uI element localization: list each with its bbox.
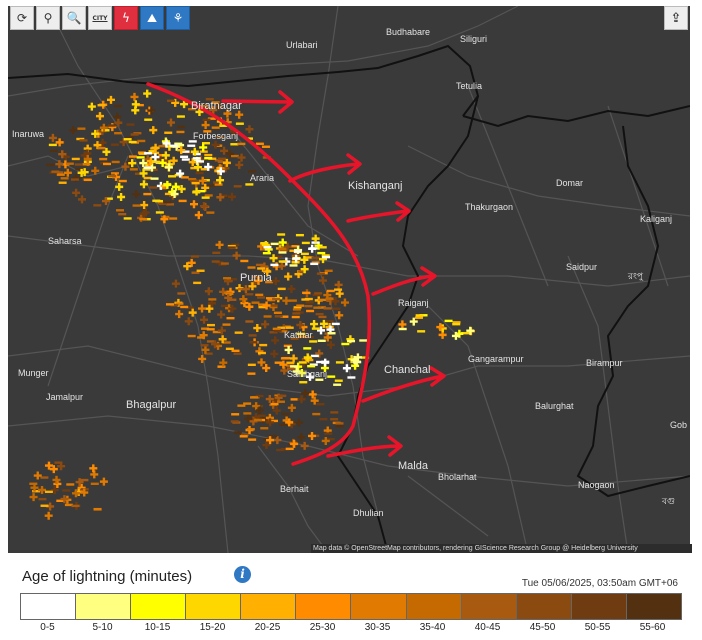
map-attribution: Map data © OpenStreetMap contributors, r…: [311, 544, 692, 553]
place-label: Berhait: [280, 484, 309, 494]
legend-labels: 0-5 5-10 10-15 15-20 20-25 25-30 30-35 35-40 40-…: [20, 622, 680, 633]
place-label: Gob: [670, 420, 687, 430]
place-label: Balurghat: [535, 401, 574, 411]
city-labels-icon[interactable]: CITY: [88, 6, 112, 30]
place-label: Chanchal: [384, 364, 430, 376]
legend-swatch: [76, 594, 132, 619]
legend-label: 15-20: [199, 622, 226, 633]
place-label: Budhabare: [386, 27, 430, 37]
place-label: Biratnagar: [191, 100, 242, 112]
legend-label: 50-55: [584, 622, 611, 633]
place-label: বগু: [661, 496, 675, 506]
place-label: Sahibganj: [287, 369, 327, 379]
legend-color-scale: [20, 593, 682, 620]
place-label: Inaruwa: [12, 129, 44, 139]
place-label: Gangarampur: [468, 354, 524, 364]
place-label: Siliguri: [460, 34, 487, 44]
place-label: Malda: [398, 460, 429, 472]
info-icon[interactable]: i: [234, 566, 251, 583]
place-label: Urlabari: [286, 40, 318, 50]
place-label: রংপু: [627, 271, 644, 282]
legend-label: 45-50: [529, 622, 556, 633]
timestamp: Tue 05/06/2025, 03:50am GMT+06: [521, 578, 678, 589]
place-label: Jamalpur: [46, 392, 83, 402]
location-pin-icon[interactable]: ⚲: [36, 6, 60, 30]
place-label: Kishanganj: [348, 180, 402, 192]
legend-label: 35-40: [419, 622, 446, 633]
map-toolbar: ⟳ ⚲ 🔍 CITY ϟ ⛰ ⚘: [10, 6, 190, 30]
legend-swatch: [351, 594, 407, 619]
place-label: Naogaon: [578, 480, 615, 490]
satellite-icon[interactable]: ⚘: [166, 6, 190, 30]
legend-swatch: [406, 594, 462, 619]
lightning-icon[interactable]: ϟ: [114, 6, 138, 30]
place-label: Munger: [18, 368, 49, 378]
legend-label: 25-30: [309, 622, 336, 633]
legend-label: 10-15: [144, 622, 171, 633]
share-icon[interactable]: ⇪: [664, 6, 688, 30]
legend-label: 0-5: [40, 622, 55, 633]
legend-label: 55-60: [639, 622, 666, 633]
legend-label: 20-25: [254, 622, 281, 633]
lightning-map[interactable]: Budhabare Siliguri Urlabari Tetulia Biratnag…: [8, 6, 690, 553]
legend-title: Age of lightning (minutes): [22, 568, 193, 585]
zoom-search-icon[interactable]: 🔍: [62, 6, 86, 30]
legend-swatch: [241, 594, 297, 619]
place-label: Kaliganj: [640, 214, 672, 224]
map-canvas[interactable]: Budhabare Siliguri Urlabari Tetulia Biratnag…: [8, 6, 690, 553]
place-label: Purnia: [240, 272, 273, 284]
place-label: Bholarhat: [438, 472, 477, 482]
place-label: Raiganj: [398, 298, 429, 308]
legend-label: 40-45: [474, 622, 501, 633]
place-label: Saharsa: [48, 236, 82, 246]
legend-swatch: [626, 594, 681, 619]
country-borders: [8, 44, 690, 553]
legend-swatch: [131, 594, 187, 619]
place-label: Tetulia: [456, 81, 482, 91]
legend-label: 30-35: [364, 622, 391, 633]
place-label: Thakurgaon: [465, 202, 513, 212]
place-label: Domar: [556, 178, 583, 188]
place-label: Saidpur: [566, 262, 597, 272]
legend-swatch: [516, 594, 572, 619]
legend-label: 5-10: [92, 622, 113, 633]
layer-icon[interactable]: ⛰: [140, 6, 164, 30]
legend-swatch: [21, 594, 77, 619]
legend-swatch: [571, 594, 627, 619]
place-label: Bhagalpur: [126, 399, 176, 411]
place-label: Dhulian: [353, 508, 384, 518]
place-label: Katihar: [284, 330, 313, 340]
place-label: Birampur: [586, 358, 623, 368]
place-label: Forbesganj: [193, 131, 238, 141]
place-label: Araria: [250, 173, 274, 183]
legend-swatch: [186, 594, 242, 619]
legend-swatch: [461, 594, 517, 619]
refresh-icon[interactable]: ⟳: [10, 6, 34, 30]
legend-swatch: [296, 594, 352, 619]
